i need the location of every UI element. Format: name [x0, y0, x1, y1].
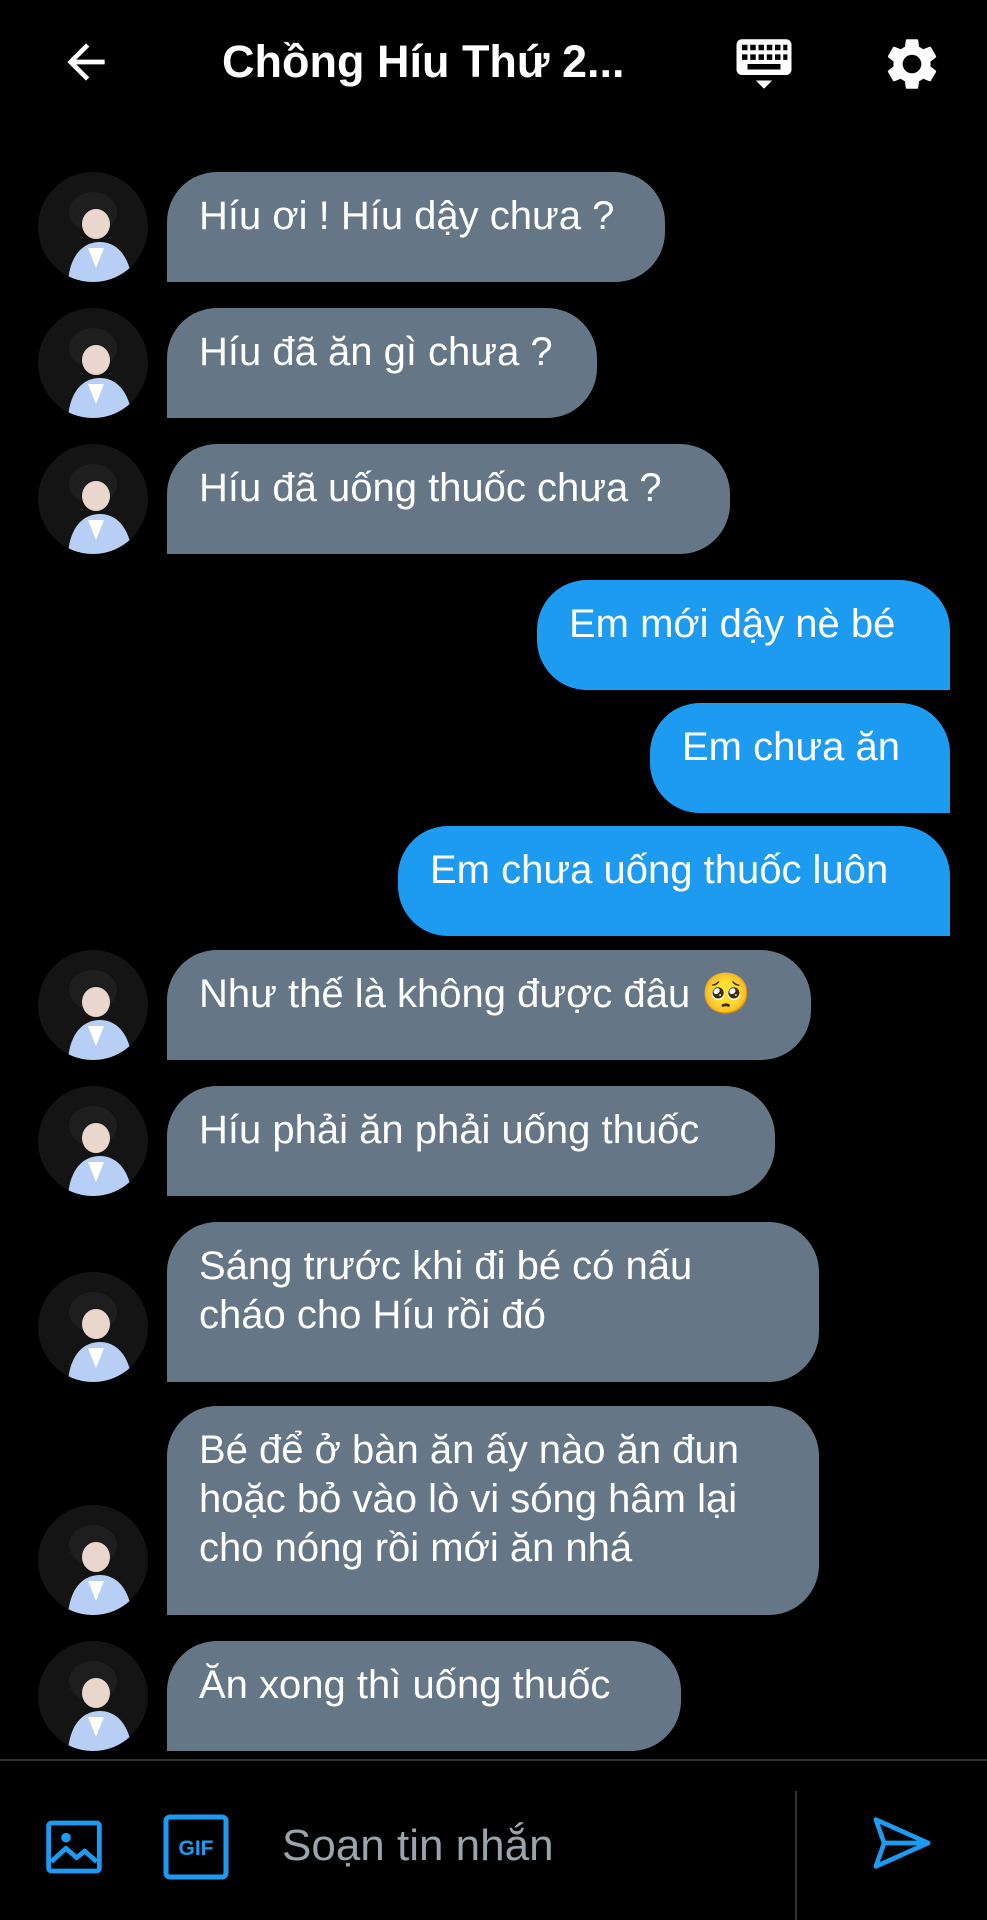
- message-bubble-outgoing[interactable]: Em chưa uống thuốc luôn: [398, 826, 950, 936]
- gif-icon: GIF: [163, 1814, 229, 1880]
- avatar-image: [38, 1505, 148, 1615]
- avatar[interactable]: [38, 1272, 148, 1382]
- send-button[interactable]: [862, 1803, 942, 1883]
- message-bubble-incoming[interactable]: Như thế là không được đâu 🥺: [167, 950, 811, 1060]
- avatar-image: [38, 444, 148, 554]
- arrow-left-icon: [67, 43, 105, 81]
- back-button[interactable]: [52, 28, 120, 96]
- avatar-image: [38, 1272, 148, 1382]
- send-icon: [873, 1817, 931, 1869]
- message-bubble-incoming[interactable]: Ăn xong thì uống thuốc: [167, 1641, 681, 1751]
- attach-image-button[interactable]: [38, 1811, 110, 1883]
- message-text: Em chưa ăn: [682, 725, 900, 769]
- message-text: Híu ơi ! Híu dậy chưa ?: [199, 194, 615, 238]
- avatar[interactable]: [38, 444, 148, 554]
- message-bubble-incoming[interactable]: Híu phải ăn phải uống thuốc: [167, 1086, 775, 1196]
- message-bubble-incoming[interactable]: Sáng trước khi đi bé có nấu cháo cho Híu…: [167, 1222, 819, 1382]
- message-text: Híu phải ăn phải uống thuốc: [199, 1108, 700, 1152]
- avatar-image: [38, 1086, 148, 1196]
- message-bubble-outgoing[interactable]: Em chưa ăn: [650, 703, 950, 813]
- avatar-image: [38, 172, 148, 282]
- message-text: Như thế là không được đâu 🥺: [199, 972, 752, 1016]
- gif-button[interactable]: GIF: [160, 1811, 232, 1883]
- message-composer: GIF: [0, 1761, 987, 1920]
- composer-separator: [795, 1791, 797, 1920]
- message-bubble-outgoing[interactable]: Em mới dậy nè bé: [537, 580, 950, 690]
- message-text: Híu đã uống thuốc chưa ?: [199, 466, 662, 510]
- settings-button[interactable]: [876, 28, 948, 100]
- message-bubble-incoming[interactable]: Híu đã uống thuốc chưa ?: [167, 444, 730, 554]
- avatar-image: [38, 1641, 148, 1751]
- avatar-image: [38, 950, 148, 1060]
- keyboard-shortcuts-button[interactable]: [728, 28, 800, 100]
- gif-label: GIF: [179, 1837, 214, 1860]
- message-text: Em mới dậy nè bé: [569, 602, 896, 646]
- avatar[interactable]: [38, 1505, 148, 1615]
- gear-icon: [887, 39, 937, 89]
- avatar[interactable]: [38, 172, 148, 282]
- message-bubble-incoming[interactable]: Bé để ở bàn ăn ấy nào ăn đun hoặc bỏ vào…: [167, 1406, 819, 1615]
- conversation-title[interactable]: Chồng Híu Thứ 2...: [222, 28, 642, 96]
- message-bubble-incoming[interactable]: Híu đã ăn gì chưa ?: [167, 308, 597, 418]
- message-text: Sáng trước khi đi bé có nấu cháo cho Híu…: [199, 1244, 693, 1337]
- avatar[interactable]: [38, 950, 148, 1060]
- keyboard-icon: [736, 39, 792, 89]
- message-input[interactable]: [282, 1801, 772, 1891]
- image-icon: [46, 1820, 102, 1874]
- chat-header: Chồng Híu Thứ 2...: [0, 0, 987, 120]
- avatar-image: [38, 308, 148, 418]
- avatar[interactable]: [38, 1641, 148, 1751]
- avatar[interactable]: [38, 308, 148, 418]
- message-text: Bé để ở bàn ăn ấy nào ăn đun hoặc bỏ vào…: [199, 1428, 739, 1570]
- message-text: Ăn xong thì uống thuốc: [199, 1663, 611, 1707]
- message-bubble-incoming[interactable]: Híu ơi ! Híu dậy chưa ?: [167, 172, 665, 282]
- message-text: Híu đã ăn gì chưa ?: [199, 330, 553, 374]
- avatar[interactable]: [38, 1086, 148, 1196]
- message-text: Em chưa uống thuốc luôn: [430, 848, 889, 892]
